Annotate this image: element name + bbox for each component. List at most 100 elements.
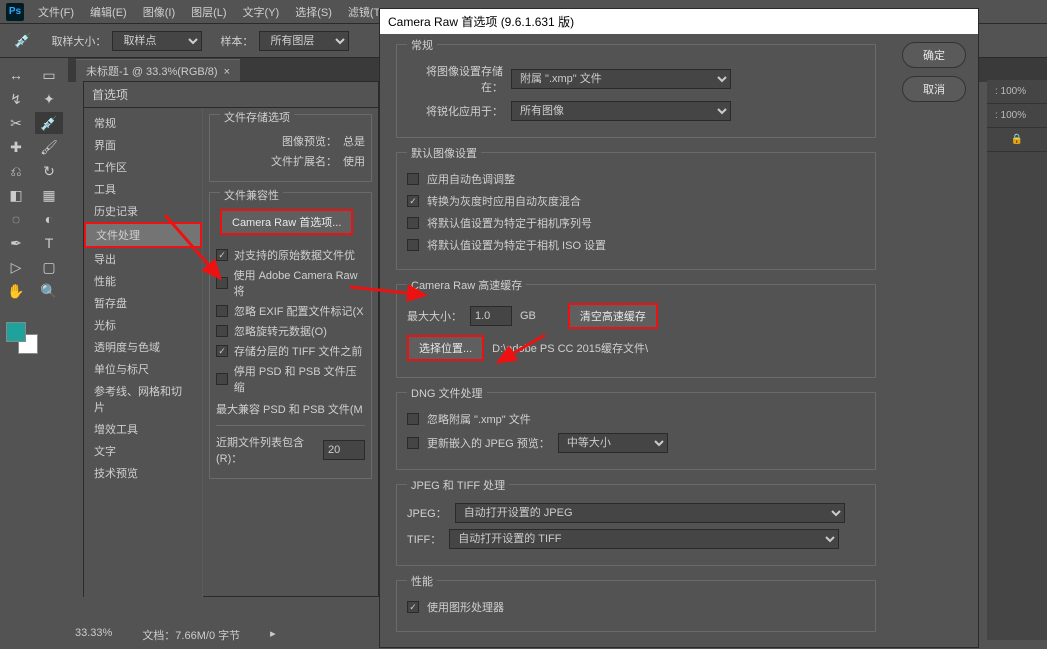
checkbox-update-jpeg-preview[interactable] bbox=[407, 437, 419, 449]
sidebar-item-type[interactable]: 文字 bbox=[84, 440, 202, 462]
document-tab[interactable]: 未标题-1 @ 33.3%(RGB/8)× bbox=[76, 59, 240, 82]
purge-cache-button[interactable]: 清空高速缓存 bbox=[568, 303, 658, 329]
cache-path-label: D:\adobe PS CC 2015缓存文件\ bbox=[492, 340, 648, 356]
label-auto-tone: 应用自动色调调整 bbox=[427, 171, 515, 187]
sidebar-item-transparency[interactable]: 透明度与色域 bbox=[84, 336, 202, 358]
heal-tool-icon[interactable]: ✚ bbox=[2, 136, 30, 158]
fg-color-swatch[interactable] bbox=[6, 322, 26, 342]
recent-files-input[interactable] bbox=[323, 440, 365, 460]
checkbox-disable-psd-compress[interactable] bbox=[216, 373, 228, 385]
sidebar-item-techpreview[interactable]: 技术预览 bbox=[84, 462, 202, 484]
shape-tool-icon[interactable]: ▢ bbox=[35, 256, 63, 278]
label-raw-support: 对支持的原始数据文件优 bbox=[234, 247, 355, 263]
checkbox-use-acr[interactable] bbox=[216, 277, 228, 289]
lock-icon[interactable]: 🔒 bbox=[987, 128, 1047, 152]
jpeg-select[interactable]: 自动打开设置的 JPEG bbox=[455, 503, 845, 523]
menu-type[interactable]: 文字(Y) bbox=[235, 4, 288, 20]
sidebar-item-plugins[interactable]: 增效工具 bbox=[84, 418, 202, 440]
sharpen-select[interactable]: 所有图像 bbox=[511, 101, 731, 121]
label-camera-serial: 将默认值设置为特定于相机序列号 bbox=[427, 215, 592, 231]
file-ext-label: 文件扩展名： bbox=[216, 153, 337, 169]
marquee-tool-icon[interactable]: ▭ bbox=[35, 64, 63, 86]
checkbox-ignore-exif[interactable] bbox=[216, 305, 228, 317]
sidebar-item-history[interactable]: 历史记录 bbox=[84, 200, 202, 222]
cancel-button[interactable]: 取消 bbox=[902, 76, 966, 102]
sidebar-item-filehandling[interactable]: 文件处理 bbox=[84, 222, 202, 248]
max-size-label: 最大大小： bbox=[407, 308, 462, 324]
choose-location-button[interactable]: 选择位置... bbox=[407, 335, 484, 361]
label-ignore-exif: 忽略 EXIF 配置文件标记(X bbox=[234, 303, 364, 319]
move-tool-icon[interactable]: ↔ bbox=[2, 64, 30, 86]
close-tab-icon[interactable]: × bbox=[224, 66, 230, 78]
brush-tool-icon[interactable]: 🖌 bbox=[35, 136, 63, 158]
menu-edit[interactable]: 编辑(E) bbox=[82, 4, 135, 20]
sidebar-item-tools[interactable]: 工具 bbox=[84, 178, 202, 200]
status-arrow-icon[interactable]: ▸ bbox=[270, 627, 276, 643]
sidebar-item-scratch[interactable]: 暂存盘 bbox=[84, 292, 202, 314]
checkbox-use-gpu[interactable] bbox=[407, 601, 419, 613]
ok-button[interactable]: 确定 bbox=[902, 42, 966, 68]
crop-tool-icon[interactable]: ✂ bbox=[2, 112, 30, 134]
preferences-content: 文件存储选项 图像预览：总是 文件扩展名：使用 文件兼容性 Camera Raw… bbox=[203, 108, 378, 598]
sidebar-item-workspace[interactable]: 工作区 bbox=[84, 156, 202, 178]
checkbox-ignore-rotation[interactable] bbox=[216, 325, 228, 337]
sidebar-item-general[interactable]: 常规 bbox=[84, 112, 202, 134]
menu-image[interactable]: 图像(I) bbox=[135, 4, 183, 20]
history-brush-icon[interactable]: ↻ bbox=[35, 160, 63, 182]
lasso-tool-icon[interactable]: ↯ bbox=[2, 88, 30, 110]
fill-row: : 100% bbox=[987, 104, 1047, 128]
sidebar-item-interface[interactable]: 界面 bbox=[84, 134, 202, 156]
ps-logo-icon: Ps bbox=[6, 3, 24, 21]
label-update-jpeg-preview: 更新嵌入的 JPEG 预览： bbox=[427, 435, 550, 451]
eyedropper-tool-icon[interactable]: 💉 bbox=[35, 112, 63, 134]
dodge-tool-icon[interactable]: ◐ bbox=[35, 208, 63, 230]
wand-tool-icon[interactable]: ✦ bbox=[35, 88, 63, 110]
sidebar-item-export[interactable]: 导出 bbox=[84, 248, 202, 270]
menu-select[interactable]: 选择(S) bbox=[287, 4, 340, 20]
save-in-select[interactable]: 附属 ".xmp" 文件 bbox=[511, 69, 731, 89]
checkbox-ignore-xmp[interactable] bbox=[407, 413, 419, 425]
sidebar-item-guides[interactable]: 参考线、网格和切片 bbox=[84, 380, 202, 418]
default-image-group: 默认图像设置 应用自动色调调整 转换为灰度时应用自动灰度混合 将默认值设置为特定… bbox=[396, 152, 876, 270]
menu-file[interactable]: 文件(F) bbox=[30, 4, 82, 20]
gradient-tool-icon[interactable]: ▦ bbox=[35, 184, 63, 206]
max-size-input[interactable] bbox=[470, 306, 512, 326]
label-layered-tiff: 存储分层的 TIFF 文件之前 bbox=[234, 343, 362, 359]
checkbox-raw-support[interactable] bbox=[216, 249, 228, 261]
tiff-label: TIFF： bbox=[407, 531, 441, 547]
tiff-select[interactable]: 自动打开设置的 TIFF bbox=[449, 529, 839, 549]
sidebar-item-performance[interactable]: 性能 bbox=[84, 270, 202, 292]
camera-raw-title: Camera Raw 首选项 (9.6.1.631 版) bbox=[380, 9, 978, 34]
jpeg-preview-size-select[interactable]: 中等大小 bbox=[558, 433, 668, 453]
blur-tool-icon[interactable]: ◌ bbox=[2, 208, 30, 230]
label-auto-gray: 转换为灰度时应用自动灰度混合 bbox=[427, 193, 581, 209]
hand-tool-icon[interactable]: ✋ bbox=[2, 280, 30, 302]
zoom-tool-icon[interactable]: 🔍 bbox=[35, 280, 63, 302]
image-preview-label: 图像预览： bbox=[216, 133, 337, 149]
sample-size-select[interactable]: 取样点 bbox=[112, 31, 202, 51]
file-save-options-legend: 文件存储选项 bbox=[220, 109, 294, 125]
dng-legend: DNG 文件处理 bbox=[407, 385, 487, 401]
checkbox-camera-iso[interactable] bbox=[407, 239, 419, 251]
jpeg-tiff-group: JPEG 和 TIFF 处理 JPEG：自动打开设置的 JPEG TIFF：自动… bbox=[396, 484, 876, 566]
checkbox-layered-tiff[interactable] bbox=[216, 345, 228, 357]
pen-tool-icon[interactable]: ✒ bbox=[2, 232, 30, 254]
sidebar-item-cursors[interactable]: 光标 bbox=[84, 314, 202, 336]
zoom-value: 33.33% bbox=[75, 627, 112, 643]
path-tool-icon[interactable]: ▷ bbox=[2, 256, 30, 278]
menu-layer[interactable]: 图层(L) bbox=[183, 4, 234, 20]
sample-select[interactable]: 所有图层 bbox=[259, 31, 349, 51]
checkbox-auto-tone[interactable] bbox=[407, 173, 419, 185]
sidebar-item-units[interactable]: 单位与标尺 bbox=[84, 358, 202, 380]
checkbox-auto-gray[interactable] bbox=[407, 195, 419, 207]
camera-raw-prefs-button[interactable]: Camera Raw 首选项... bbox=[220, 209, 353, 235]
type-tool-icon[interactable]: T bbox=[35, 232, 63, 254]
label-ignore-rotation: 忽略旋转元数据(O) bbox=[234, 323, 327, 339]
eraser-tool-icon[interactable]: ◧ bbox=[2, 184, 30, 206]
stamp-tool-icon[interactable]: ⎌ bbox=[2, 160, 30, 182]
sample-size-label: 取样大小： bbox=[51, 33, 106, 49]
jpeg-label: JPEG： bbox=[407, 505, 447, 521]
file-compat-legend: 文件兼容性 bbox=[220, 187, 283, 203]
label-disable-psd-compress: 停用 PSD 和 PSB 文件压缩 bbox=[234, 363, 365, 395]
checkbox-camera-serial[interactable] bbox=[407, 217, 419, 229]
